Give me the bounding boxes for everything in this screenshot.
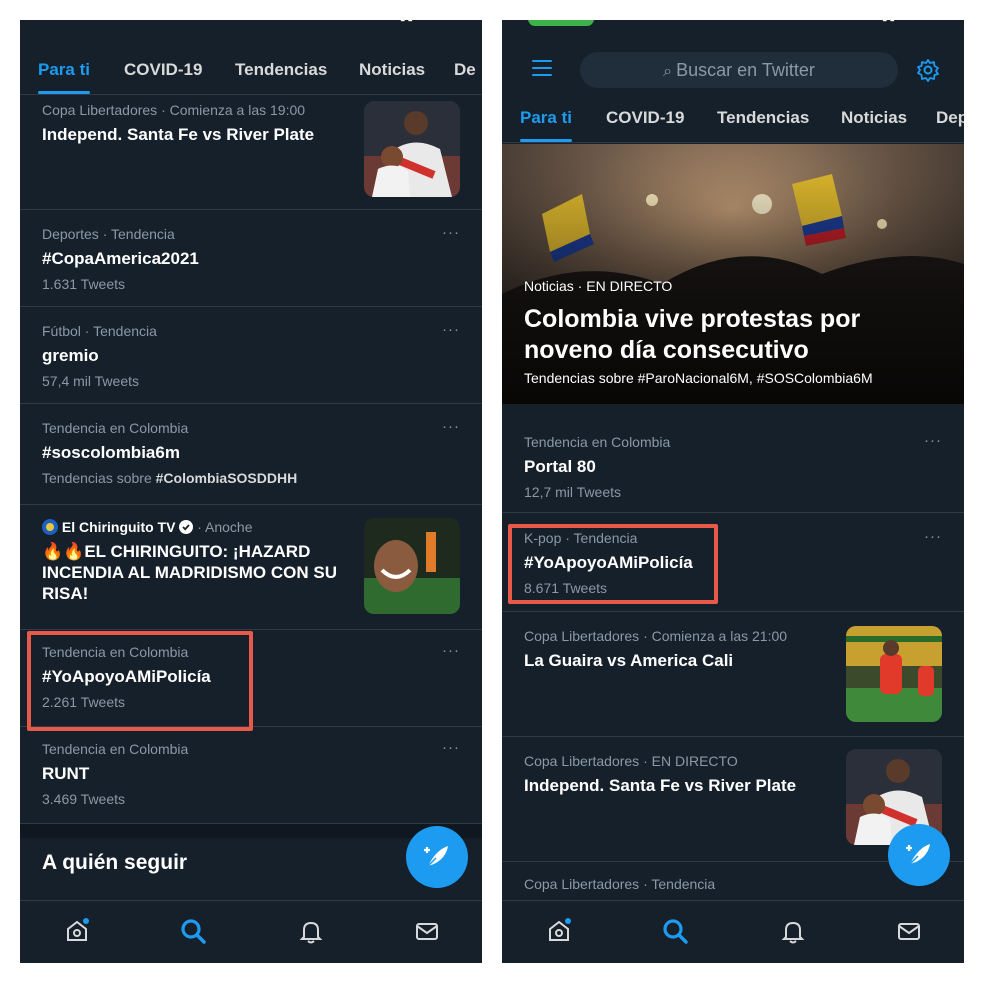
- trend-item[interactable]: Copa Libertadores · Comienza a las 19:00…: [20, 96, 482, 210]
- trend-count: 3.469 Tweets: [42, 791, 126, 807]
- more-options-icon[interactable]: ···: [924, 528, 942, 545]
- compose-icon: [424, 846, 448, 867]
- tab-para-ti[interactable]: Para ti: [38, 46, 90, 94]
- trend-title: gremio: [42, 346, 99, 365]
- trend-hashtag-link[interactable]: #ColombiaSOSDDHH: [156, 470, 298, 486]
- status-icons: ▮▮ ◔ ▭: [882, 20, 938, 24]
- trend-item[interactable]: Tendencia en Colombia ··· RUNT 3.469 Twe…: [20, 727, 482, 824]
- tab-noticias[interactable]: Noticias: [841, 94, 907, 142]
- tab-noticias[interactable]: Noticias: [359, 46, 425, 94]
- tab-deportes[interactable]: De: [454, 46, 476, 94]
- more-options-icon[interactable]: ···: [442, 642, 460, 659]
- trend-item[interactable]: Tendencia en Colombia ··· #soscolombia6m…: [20, 404, 482, 505]
- status-bar: ▮▮ ◔ ▭: [20, 20, 482, 28]
- top-bar: ⌕ Buscar en Twitter: [502, 50, 964, 92]
- trend-meta: Tendencia en Colombia: [42, 420, 189, 436]
- tab-covid-19[interactable]: COVID-19: [124, 46, 202, 94]
- featured-news-banner[interactable]: Noticias · EN DIRECTO Colombia vive prot…: [502, 144, 964, 404]
- trend-item[interactable]: Fútbol · Tendencia ··· gremio 57,4 mil T…: [20, 307, 482, 404]
- highlight-box: [27, 631, 253, 731]
- compose-tweet-button[interactable]: [888, 824, 950, 886]
- trend-meta: Copa Libertadores · Tendencia: [524, 876, 716, 892]
- match-meta: Copa Libertadores · Comienza a las 21:00: [524, 628, 788, 644]
- trend-title: RUNT: [42, 764, 90, 783]
- match-thumbnail[interactable]: [364, 101, 460, 197]
- news-item[interactable]: El Chiringuito TV · Anoche 🔥🔥EL CHIRINGU…: [20, 505, 482, 630]
- status-icons: ▮▮ ◔ ▭: [400, 20, 456, 24]
- trend-count-prefix: Tendencias sobre: [42, 470, 156, 486]
- trend-title: Independ. Santa Fe vs River Plate: [42, 125, 315, 144]
- source-name: El Chiringuito TV: [61, 519, 176, 535]
- phone-screenshot-right: ▮▮ ◔ ▭ ⌕Buscar en Twitter Para ti COVID-…: [502, 20, 964, 963]
- notifications-bell-icon[interactable]: [778, 916, 808, 946]
- match-meta: Copa Libertadores · EN DIRECTO: [524, 753, 738, 769]
- tab-para-ti[interactable]: Para ti: [520, 94, 572, 142]
- trend-meta: Tendencia en Colombia: [524, 434, 671, 450]
- trend-title: Portal 80: [524, 457, 596, 476]
- search-glyph-icon: ⌕: [663, 63, 673, 80]
- tab-tendencias[interactable]: Tendencias: [235, 46, 327, 94]
- explore-tabs: Para ti COVID-19 Tendencias Noticias De: [20, 46, 482, 95]
- banner-subtitle: Tendencias sobre #ParoNacional6M, #SOSCo…: [524, 370, 873, 386]
- trend-count: 57,4 mil Tweets: [42, 373, 140, 389]
- messages-envelope-icon[interactable]: [412, 916, 442, 946]
- verified-badge-icon: [179, 520, 194, 534]
- trend-item[interactable]: Tendencia en Colombia ··· Portal 80 12,7…: [502, 416, 964, 513]
- search-input[interactable]: ⌕ Buscar en Twitter: [580, 52, 898, 88]
- trend-meta: Copa Libertadores · Comienza a las 19:00: [42, 102, 306, 118]
- who-to-follow-heading: A quién seguir: [42, 851, 188, 874]
- more-options-icon[interactable]: ···: [442, 321, 460, 338]
- call-indicator-pill: [528, 20, 594, 26]
- more-options-icon[interactable]: ···: [924, 432, 942, 449]
- bottom-navigation: [20, 900, 482, 963]
- home-icon[interactable]: [544, 916, 574, 946]
- tab-tendencias[interactable]: Tendencias: [717, 94, 809, 142]
- phone-screenshot-left: ▮▮ ◔ ▭ Para ti COVID-19 Tendencias Notic…: [20, 20, 482, 963]
- compose-tweet-button[interactable]: [406, 826, 468, 888]
- compose-icon: [906, 844, 930, 865]
- trend-count: Tendencias sobre #ColombiaSOSDDHH: [42, 470, 297, 486]
- trend-meta: Tendencia en Colombia: [42, 741, 189, 757]
- news-title: 🔥🔥EL CHIRINGUITO: ¡HAZARD INCENDIA AL MA…: [42, 542, 337, 603]
- gear-icon[interactable]: [916, 58, 940, 82]
- trend-title: #soscolombia6m: [42, 443, 180, 462]
- more-options-icon[interactable]: ···: [442, 739, 460, 756]
- highlight-box: [508, 524, 718, 604]
- match-item[interactable]: Copa Libertadores · Comienza a las 21:00…: [502, 612, 964, 737]
- explore-tabs: Para ti COVID-19 Tendencias Noticias Dep: [502, 94, 964, 143]
- trend-item[interactable]: Deportes · Tendencia ··· #CopaAmerica202…: [20, 210, 482, 307]
- messages-envelope-icon[interactable]: [894, 916, 924, 946]
- search-icon[interactable]: [178, 916, 208, 946]
- trend-title: #CopaAmerica2021: [42, 249, 199, 268]
- banner-title: Colombia vive protestas por noveno día c…: [524, 305, 861, 364]
- home-icon[interactable]: [62, 916, 92, 946]
- search-icon[interactable]: [660, 916, 690, 946]
- hamburger-menu-icon[interactable]: [532, 60, 552, 78]
- trend-meta: Fútbol · Tendencia: [42, 323, 157, 339]
- bottom-navigation: [502, 900, 964, 963]
- search-placeholder: Buscar en Twitter: [676, 60, 815, 80]
- news-meta: El Chiringuito TV · Anoche: [42, 519, 252, 535]
- tab-covid-19[interactable]: COVID-19: [606, 94, 684, 142]
- trend-count: 12,7 mil Tweets: [524, 484, 622, 500]
- more-options-icon[interactable]: ···: [442, 418, 460, 435]
- banner-meta: Noticias · EN DIRECTO: [524, 278, 673, 294]
- source-avatar-icon: [42, 519, 58, 535]
- trend-count: 1.631 Tweets: [42, 276, 126, 292]
- match-thumbnail[interactable]: [846, 626, 942, 722]
- trend-meta: Deportes · Tendencia: [42, 226, 175, 242]
- match-title: Independ. Santa Fe vs River Plate: [524, 776, 797, 795]
- notifications-bell-icon[interactable]: [296, 916, 326, 946]
- match-title: La Guaira vs America Cali: [524, 651, 734, 670]
- tab-deportes[interactable]: Dep: [936, 94, 964, 142]
- status-bar: ▮▮ ◔ ▭: [502, 20, 964, 28]
- more-options-icon[interactable]: ···: [442, 224, 460, 241]
- news-thumbnail[interactable]: [364, 518, 460, 614]
- post-time: · Anoche: [197, 519, 253, 535]
